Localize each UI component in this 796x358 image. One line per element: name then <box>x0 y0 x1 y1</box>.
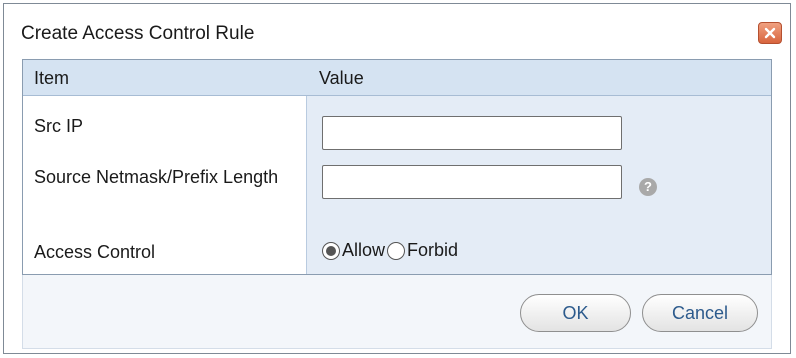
src-ip-input[interactable] <box>322 116 622 150</box>
header-item: Item <box>34 68 70 88</box>
header-value: Value <box>319 68 364 88</box>
forbid-radio[interactable] <box>387 241 406 260</box>
close-icon <box>764 27 776 39</box>
dialog-titlebar: Create Access Control Rule <box>4 4 790 58</box>
source-netmask-input[interactable] <box>322 165 622 199</box>
access-control-radio-group: Allow Forbid <box>322 240 460 261</box>
src-ip-label: Src IP <box>34 116 84 136</box>
table-header: Item Value <box>23 60 771 96</box>
radio-selected-dot <box>326 245 336 256</box>
dialog-title: Create Access Control Rule <box>21 23 255 44</box>
cancel-button[interactable]: Cancel <box>642 294 758 332</box>
question-mark-icon[interactable]: ? <box>639 178 657 196</box>
ok-button[interactable]: OK <box>520 294 631 332</box>
access-control-label: Access Control <box>34 242 156 262</box>
allow-radio[interactable] <box>322 241 340 260</box>
forbid-radio-label[interactable]: Forbid <box>407 240 458 261</box>
source-netmask-label: Source Netmask/Prefix Length <box>34 167 279 187</box>
rule-form-table: Item Value Src IP Source Netmask/Prefix … <box>22 59 772 275</box>
allow-radio-label[interactable]: Allow <box>342 240 385 261</box>
dialog-footer: OK Cancel <box>22 275 772 349</box>
close-button[interactable] <box>758 22 782 44</box>
create-access-control-rule-dialog: Create Access Control Rule Item Value Sr… <box>3 3 791 354</box>
